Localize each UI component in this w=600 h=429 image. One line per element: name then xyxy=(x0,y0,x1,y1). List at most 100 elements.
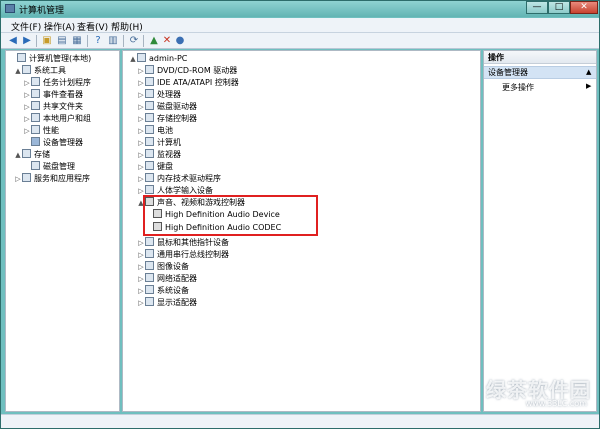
device-category-label: DVD/CD-ROM 驱动器 xyxy=(157,66,238,75)
up-folder-icon[interactable]: ▣ xyxy=(41,35,53,47)
close-button[interactable]: ✕ xyxy=(570,1,598,14)
help-icon[interactable]: ? xyxy=(92,35,104,47)
device-category[interactable]: ▷ 计算机 xyxy=(137,137,181,149)
device-category-label: 处理器 xyxy=(157,90,181,99)
expand-toggle[interactable]: ▷ xyxy=(137,273,145,285)
collapse-toggle[interactable]: ▲ xyxy=(129,53,137,65)
device-category[interactable]: ▷ 内存技术驱动程序 xyxy=(137,173,221,185)
device-item-hd-audio-codec[interactable]: High Definition Audio CODEC xyxy=(153,221,282,234)
device-category-label: IDE ATA/ATAPI 控制器 xyxy=(157,78,239,87)
expand-toggle[interactable]: ▷ xyxy=(23,113,31,125)
uninstall-icon[interactable]: ✕ xyxy=(161,35,173,47)
device-category[interactable]: ▷ 显示适配器 xyxy=(137,297,197,309)
device-category[interactable]: ▷ 图像设备 xyxy=(137,261,189,273)
shared-folder-icon xyxy=(31,101,40,110)
tree-item[interactable]: ▷ 性能 xyxy=(23,125,59,137)
tree-item-device-manager[interactable]: 设备管理器 xyxy=(23,137,83,149)
tree-item[interactable]: 计算机管理(本地) xyxy=(9,53,91,65)
back-icon[interactable]: ◀ xyxy=(7,35,19,47)
camera-icon xyxy=(145,261,154,270)
expand-toggle[interactable]: ▲ xyxy=(14,149,22,161)
expand-toggle[interactable]: ▷ xyxy=(137,113,145,125)
expand-toggle[interactable]: ▷ xyxy=(137,101,145,113)
ide-controller-icon xyxy=(145,77,154,86)
expand-toggle[interactable]: ▷ xyxy=(23,101,31,113)
tree-item[interactable]: ▷ 事件查看器 xyxy=(23,89,83,101)
device-category[interactable]: ▷ 鼠标和其他指针设备 xyxy=(137,237,229,249)
more-actions-link[interactable]: 更多操作 xyxy=(502,82,534,93)
menu-file[interactable]: 文件(F) xyxy=(11,20,41,33)
properties-icon[interactable]: ▦ xyxy=(71,35,83,47)
expand-toggle[interactable]: ▷ xyxy=(137,237,145,249)
expand-toggle[interactable]: ▷ xyxy=(14,173,22,185)
tree-item[interactable]: ▲ 系统工具 xyxy=(14,65,66,77)
device-category[interactable]: ▷ IDE ATA/ATAPI 控制器 xyxy=(137,77,239,89)
device-category[interactable]: ▷ 键盘 xyxy=(137,161,173,173)
memory-tech-icon xyxy=(145,173,154,182)
expand-toggle[interactable]: ▷ xyxy=(137,65,145,77)
menu-action[interactable]: 操作(A) xyxy=(44,20,75,33)
tree-item[interactable]: ▷ 服务和应用程序 xyxy=(14,173,90,185)
device-tree-root[interactable]: ▲ admin-PC xyxy=(129,53,187,65)
monitor-icon xyxy=(145,149,154,158)
expand-toggle[interactable]: ▷ xyxy=(137,249,145,261)
menu-help[interactable]: 帮助(H) xyxy=(111,20,143,33)
expand-toggle[interactable]: ▷ xyxy=(137,297,145,309)
dvd-icon xyxy=(145,65,154,74)
submenu-arrow-icon[interactable]: ▶ xyxy=(586,82,591,90)
minimize-button[interactable]: — xyxy=(526,1,548,14)
expand-toggle[interactable]: ▷ xyxy=(137,173,145,185)
device-category[interactable]: ▷ 通用串行总线控制器 xyxy=(137,249,229,261)
show-hide-tree-icon[interactable]: ▤ xyxy=(56,35,68,47)
maximize-button[interactable]: □ xyxy=(548,1,570,14)
expand-toggle[interactable]: ▷ xyxy=(23,125,31,137)
expand-toggle[interactable]: ▷ xyxy=(137,125,145,137)
hid-icon xyxy=(145,185,154,194)
tree-item-label: 事件查看器 xyxy=(43,90,83,99)
device-category[interactable]: ▷ 处理器 xyxy=(137,89,181,101)
toolbar-separator xyxy=(143,35,144,47)
title-bar: 计算机管理 — □ ✕ xyxy=(1,1,599,17)
device-category-label: 网络适配器 xyxy=(157,274,197,283)
expand-toggle[interactable]: ▷ xyxy=(137,161,145,173)
tree-item[interactable]: ▷ 共享文件夹 xyxy=(23,101,83,113)
expand-toggle[interactable]: ▷ xyxy=(137,137,145,149)
tree-item[interactable]: ▷ 本地用户和组 xyxy=(23,113,91,125)
device-manager-icon xyxy=(31,137,40,146)
tree-item[interactable]: ▷ 任务计划程序 xyxy=(23,77,91,89)
expand-toggle[interactable]: ▷ xyxy=(23,89,31,101)
device-category[interactable]: ▷ 系统设备 xyxy=(137,285,189,297)
expand-toggle[interactable]: ▲ xyxy=(14,65,22,77)
device-item-hd-audio[interactable]: High Definition Audio Device xyxy=(153,208,280,221)
actions-header: 操作 xyxy=(484,51,596,64)
device-category[interactable]: ▷ 电池 xyxy=(137,125,173,137)
menu-view[interactable]: 查看(V) xyxy=(77,20,108,33)
device-category[interactable]: ▷ DVD/CD-ROM 驱动器 xyxy=(137,65,237,77)
device-category[interactable]: ▷ 存储控制器 xyxy=(137,113,197,125)
device-category[interactable]: ▷ 监视器 xyxy=(137,149,181,161)
enable-device-icon[interactable]: ● xyxy=(174,35,186,47)
expand-toggle[interactable]: ▷ xyxy=(137,149,145,161)
expand-toggle[interactable]: ▷ xyxy=(23,77,31,89)
scan-hardware-icon[interactable]: ⟳ xyxy=(128,35,140,47)
expand-toggle[interactable]: ▷ xyxy=(137,89,145,101)
device-category[interactable]: ▷ 网络适配器 xyxy=(137,273,197,285)
actions-section-device-manager[interactable]: 设备管理器 xyxy=(484,66,596,79)
update-driver-icon[interactable]: ▲ xyxy=(148,35,160,47)
toolbar-separator xyxy=(36,35,37,47)
keyboard-icon xyxy=(145,161,154,170)
forward-icon[interactable]: ▶ xyxy=(21,35,33,47)
collapse-arrow-icon[interactable]: ▲ xyxy=(586,68,591,76)
computer-icon xyxy=(17,53,26,62)
device-category[interactable]: ▷ 磁盘驱动器 xyxy=(137,101,197,113)
expand-toggle[interactable]: ▷ xyxy=(137,285,145,297)
expand-toggle[interactable]: ▷ xyxy=(137,261,145,273)
device-category-label: 键盘 xyxy=(157,162,173,171)
tree-item[interactable]: 磁盘管理 xyxy=(23,161,75,173)
window-title: 计算机管理 xyxy=(19,6,65,16)
tree-item[interactable]: ▲ 存储 xyxy=(14,149,50,161)
console-tree-pane: 计算机管理(本地) ▲ 系统工具 ▷ 任务计划程序 ▷ 事件查看器 ▷ 共享文件夹 ▷ 本… xyxy=(5,50,120,412)
tree-item-label: 共享文件夹 xyxy=(43,102,83,111)
view-icon[interactable]: ▥ xyxy=(107,35,119,47)
expand-toggle[interactable]: ▷ xyxy=(137,77,145,89)
